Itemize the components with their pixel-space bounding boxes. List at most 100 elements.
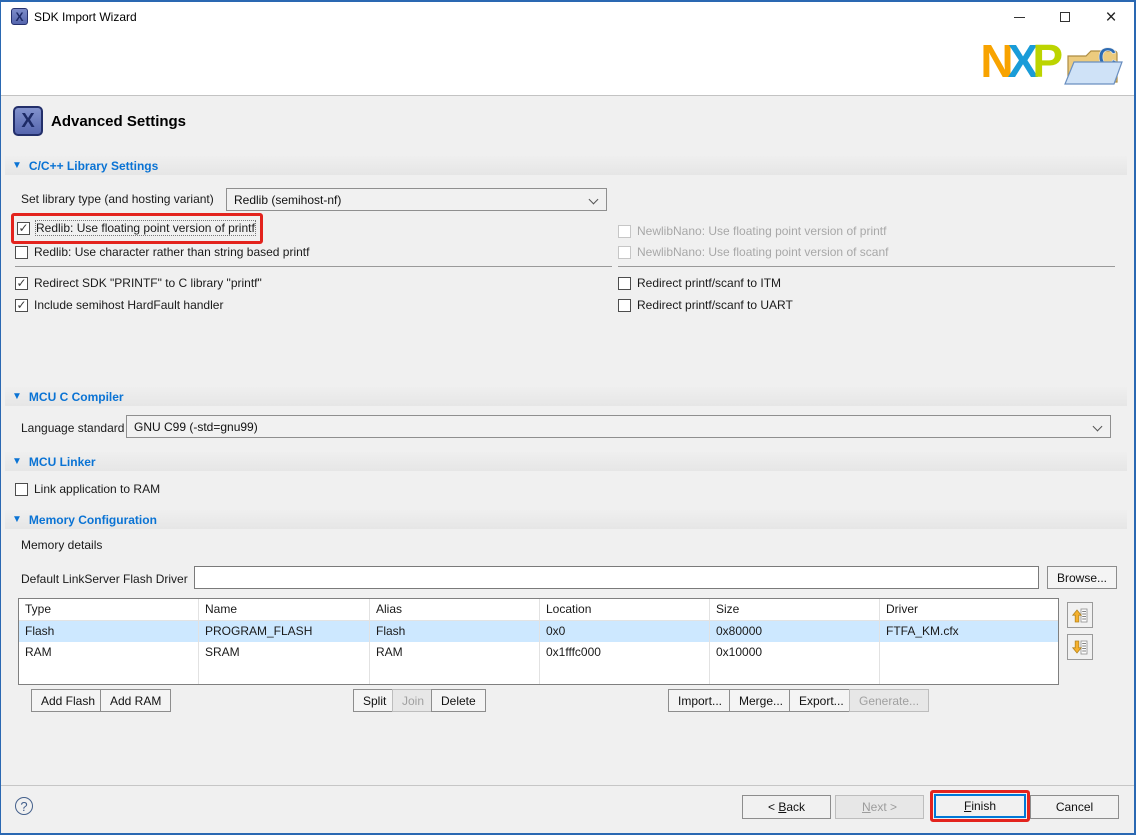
cell-alias[interactable]: Flash <box>370 621 540 642</box>
checkbox-semihost-hardfault[interactable]: ✓ Include semihost HardFault handler <box>15 296 223 314</box>
checkbox-redirect-uart[interactable]: Redirect printf/scanf to UART <box>618 296 793 314</box>
join-button: Join <box>392 689 434 712</box>
section-library-settings[interactable]: ▼ C/C++ Library Settings <box>5 156 1127 175</box>
checkbox-label: Link application to RAM <box>34 482 160 496</box>
collapse-triangle-icon: ▼ <box>12 514 22 525</box>
next-label: Next > <box>862 800 897 814</box>
checkbox-label: NewlibNano: Use floating point version o… <box>637 245 888 259</box>
help-button[interactable]: ? <box>15 797 33 815</box>
sdk-import-wizard-window: X SDK Import Wizard × NXP C X Advanced S… <box>0 0 1136 835</box>
move-down-icon <box>1072 639 1089 656</box>
cell-driver[interactable] <box>880 642 1058 663</box>
table-row-ram[interactable]: RAM SRAM RAM 0x1fffc000 0x10000 <box>19 642 1058 663</box>
cell-size[interactable]: 0x10000 <box>710 642 880 663</box>
checkbox-label: NewlibNano: Use floating point version o… <box>637 224 886 238</box>
footer-bar: ? < Back Next > Finish Cancel <box>1 785 1134 833</box>
divider <box>618 266 1115 267</box>
title-bar: X SDK Import Wizard × <box>1 2 1134 32</box>
wizard-page-content: X Advanced Settings ▼ C/C++ Library Sett… <box>1 96 1134 789</box>
cell-driver[interactable]: FTFA_KM.cfx <box>880 621 1058 642</box>
cell-name[interactable]: PROGRAM_FLASH <box>199 621 370 642</box>
advanced-settings-x-icon: X <box>13 106 43 136</box>
section-title: C/C++ Library Settings <box>29 159 158 173</box>
window-controls: × <box>996 2 1134 32</box>
memory-table: Type Name Alias Location Size Driver Fla… <box>18 598 1059 685</box>
cell-alias[interactable]: RAM <box>370 642 540 663</box>
column-header-name[interactable]: Name <box>199 599 370 620</box>
annotation-redbox-checkbox: ✓ Redlib: Use floating point version of … <box>11 213 263 244</box>
add-ram-button[interactable]: Add RAM <box>100 689 171 712</box>
checkbox-label: Include semihost HardFault handler <box>34 298 223 312</box>
cancel-button[interactable]: Cancel <box>1030 795 1119 819</box>
checkbox-checked[interactable]: ✓ <box>15 277 28 290</box>
section-title: Memory Configuration <box>29 513 157 527</box>
collapse-triangle-icon: ▼ <box>12 456 22 467</box>
nxp-logo-x: X <box>1008 35 1035 87</box>
checkbox-unchecked[interactable] <box>15 483 28 496</box>
library-type-value: Redlib (semihost-nf) <box>234 193 341 207</box>
cell-size[interactable]: 0x80000 <box>710 621 880 642</box>
checkbox-redirect-sdk-printf[interactable]: ✓ Redirect SDK "PRINTF" to C library "pr… <box>15 274 262 292</box>
checkbox-unchecked[interactable] <box>618 299 631 312</box>
checkbox-redirect-itm[interactable]: Redirect printf/scanf to ITM <box>618 274 781 292</box>
checkbox-redlib-float-printf[interactable]: ✓ Redlib: Use floating point version of … <box>17 219 255 237</box>
flash-driver-label: Default LinkServer Flash Driver <box>21 572 188 586</box>
column-header-alias[interactable]: Alias <box>370 599 540 620</box>
library-type-combobox[interactable]: Redlib (semihost-nf) <box>226 188 607 211</box>
merge-button[interactable]: Merge... <box>729 689 793 712</box>
column-header-type[interactable]: Type <box>19 599 199 620</box>
banner: NXP C <box>1 32 1134 96</box>
cell-type[interactable]: RAM <box>19 642 199 663</box>
move-down-button[interactable] <box>1067 634 1093 660</box>
checkbox-label: Redirect printf/scanf to UART <box>637 298 793 312</box>
section-memory-configuration[interactable]: ▼ Memory Configuration <box>5 510 1127 529</box>
checkbox-link-to-ram[interactable]: Link application to RAM <box>15 480 160 498</box>
annotation-redbox-finish: Finish <box>930 790 1030 822</box>
minimize-icon <box>1014 17 1025 18</box>
language-standard-combobox[interactable]: GNU C99 (-std=gnu99) <box>126 415 1111 438</box>
split-button[interactable]: Split <box>353 689 396 712</box>
generate-button: Generate... <box>849 689 929 712</box>
back-button[interactable]: < Back <box>742 795 831 819</box>
delete-button[interactable]: Delete <box>431 689 486 712</box>
section-title: MCU Linker <box>29 455 96 469</box>
close-icon: × <box>1105 8 1116 27</box>
checkbox-checked[interactable]: ✓ <box>15 299 28 312</box>
export-button[interactable]: Export... <box>789 689 854 712</box>
maximize-button[interactable] <box>1042 2 1088 32</box>
table-row-flash[interactable]: Flash PROGRAM_FLASH Flash 0x0 0x80000 FT… <box>19 621 1058 642</box>
checkbox-unchecked[interactable] <box>618 277 631 290</box>
nxp-logo: NXP <box>980 38 1059 84</box>
nxp-logo-p: P <box>1032 35 1059 87</box>
finish-button[interactable]: Finish <box>934 794 1026 818</box>
column-header-size[interactable]: Size <box>710 599 880 620</box>
next-button: Next > <box>835 795 924 819</box>
minimize-button[interactable] <box>996 2 1042 32</box>
checkbox-checked[interactable]: ✓ <box>17 222 30 235</box>
cell-type[interactable]: Flash <box>19 621 199 642</box>
checkbox-unchecked[interactable] <box>15 246 28 259</box>
cell-location[interactable]: 0x1fffc000 <box>540 642 710 663</box>
divider <box>15 266 612 267</box>
column-header-location[interactable]: Location <box>540 599 710 620</box>
import-button[interactable]: Import... <box>668 689 732 712</box>
column-header-driver[interactable]: Driver <box>880 599 1058 620</box>
move-up-button[interactable] <box>1067 602 1093 628</box>
section-mcu-linker[interactable]: ▼ MCU Linker <box>5 452 1127 471</box>
checkbox-disabled <box>618 246 631 259</box>
cell-location[interactable]: 0x0 <box>540 621 710 642</box>
table-row-empty[interactable] <box>19 663 1058 684</box>
browse-button[interactable]: Browse... <box>1047 566 1117 589</box>
checkbox-redlib-char-printf[interactable]: Redlib: Use character rather than string… <box>15 243 309 261</box>
cell-name[interactable]: SRAM <box>199 642 370 663</box>
add-flash-button[interactable]: Add Flash <box>31 689 105 712</box>
maximize-icon <box>1060 12 1070 22</box>
flash-driver-input[interactable] <box>194 566 1039 589</box>
question-icon: ? <box>20 799 27 814</box>
chevron-down-icon <box>589 195 599 205</box>
section-mcu-c-compiler[interactable]: ▼ MCU C Compiler <box>5 387 1127 406</box>
language-standard-label: Language standard <box>21 421 124 435</box>
close-button[interactable]: × <box>1088 2 1134 32</box>
c-project-folder-icon: C <box>1062 40 1126 93</box>
collapse-triangle-icon: ▼ <box>12 391 22 402</box>
